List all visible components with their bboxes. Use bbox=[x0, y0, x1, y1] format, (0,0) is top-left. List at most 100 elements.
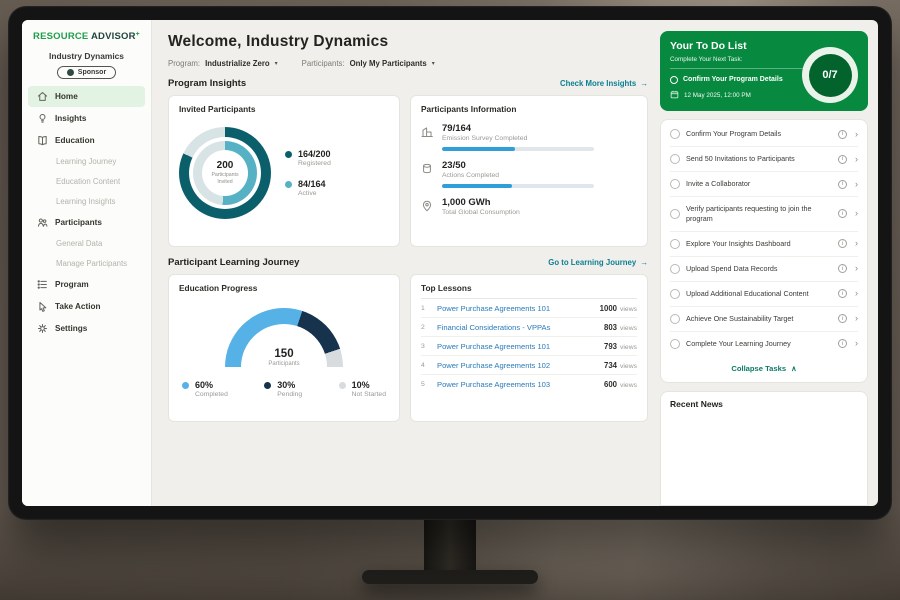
legend-dot bbox=[285, 151, 292, 158]
learning-journey-header: Participant Learning Journey Go to Learn… bbox=[168, 257, 648, 268]
checkbox-circle[interactable] bbox=[670, 154, 680, 164]
checkbox-circle[interactable] bbox=[670, 76, 678, 84]
task-label: Confirm Your Program Details bbox=[686, 129, 781, 139]
checkbox-circle[interactable] bbox=[670, 314, 680, 324]
checkbox-circle[interactable] bbox=[670, 339, 680, 349]
sidebar-item-program[interactable]: Program bbox=[28, 274, 145, 295]
participants-filter-label: Participants: bbox=[302, 59, 345, 68]
invited-donut-chart: 200 Participants Invited 164/200 Registe bbox=[179, 127, 389, 219]
info-icon[interactable]: i bbox=[838, 155, 847, 164]
lesson-link[interactable]: Power Purchase Agreements 103 bbox=[437, 380, 550, 389]
stat-label: Actions Completed bbox=[442, 172, 594, 179]
lesson-link[interactable]: Power Purchase Agreements 102 bbox=[437, 361, 550, 370]
checkbox-circle[interactable] bbox=[670, 129, 680, 139]
program-filter[interactable]: Program: Industrialize Zero ▾ bbox=[168, 59, 278, 68]
sidebar-item-education-content[interactable]: Education Content bbox=[28, 172, 145, 191]
info-icon[interactable]: i bbox=[838, 314, 847, 323]
task-row[interactable]: Confirm Your Program Details i › bbox=[670, 122, 858, 147]
task-row[interactable]: Upload Additional Educational Content i … bbox=[670, 282, 858, 307]
check-more-insights-link[interactable]: Check More Insights → bbox=[560, 79, 648, 88]
lesson-rank: 1 bbox=[421, 305, 430, 312]
card-title: Participants Information bbox=[421, 104, 637, 114]
task-row[interactable]: Explore Your Insights Dashboard i › bbox=[670, 232, 858, 257]
chevron-right-icon: › bbox=[855, 314, 858, 323]
lesson-rank: 5 bbox=[421, 381, 430, 388]
program-filter-value: Industrialize Zero bbox=[205, 59, 270, 68]
sidebar-item-learning-journey[interactable]: Learning Journey bbox=[28, 152, 145, 171]
task-row[interactable]: Achieve One Sustainability Target i › bbox=[670, 307, 858, 332]
sponsor-badge-icon bbox=[67, 69, 74, 76]
sidebar-item-settings[interactable]: Settings bbox=[28, 318, 145, 339]
legend-value: 164/200 bbox=[298, 149, 331, 159]
legend-item-registered: 164/200 Registered bbox=[285, 149, 331, 167]
info-icon[interactable]: i bbox=[838, 239, 847, 248]
legend-item-not-started: 10% Not Started bbox=[339, 380, 386, 398]
lesson-rank: 4 bbox=[421, 362, 430, 369]
todo-panel: Your To Do List Complete Your Next Task:… bbox=[660, 20, 878, 506]
logo-word-resource: RESOURCE bbox=[33, 31, 88, 42]
sidebar-item-take-action[interactable]: Take Action bbox=[28, 296, 145, 317]
link-label: Check More Insights bbox=[560, 79, 636, 88]
lesson-link[interactable]: Power Purchase Agreements 101 bbox=[437, 342, 550, 351]
task-label: Upload Spend Data Records bbox=[686, 264, 778, 274]
lesson-views-value: 600 bbox=[604, 380, 617, 389]
app-logo: RESOURCE ADVISOR+ bbox=[22, 31, 151, 42]
location-pin-icon bbox=[421, 199, 433, 211]
participants-filter[interactable]: Participants: Only My Participants ▾ bbox=[302, 59, 435, 68]
next-task-due-row: 12 May 2025, 12:00 PM bbox=[670, 90, 806, 101]
lesson-row: 3 Power Purchase Agreements 101 793views bbox=[421, 337, 637, 356]
info-icon[interactable]: i bbox=[838, 209, 847, 218]
recent-news-card: Recent News bbox=[660, 391, 868, 506]
lesson-row: 4 Power Purchase Agreements 102 734views bbox=[421, 356, 637, 375]
info-icon[interactable]: i bbox=[838, 339, 847, 348]
sidebar-item-education[interactable]: Education bbox=[28, 130, 145, 151]
task-row[interactable]: Verify participants requesting to join t… bbox=[670, 197, 858, 231]
info-icon[interactable]: i bbox=[838, 289, 847, 298]
program-insights-header: Program Insights Check More Insights → bbox=[168, 78, 648, 89]
checkbox-circle[interactable] bbox=[670, 289, 680, 299]
lesson-views-value: 803 bbox=[604, 323, 617, 332]
sidebar-item-general-data[interactable]: General Data bbox=[28, 234, 145, 253]
checkbox-circle[interactable] bbox=[670, 239, 680, 249]
legend-label: Pending bbox=[277, 391, 302, 398]
next-task-row[interactable]: Confirm Your Program Details bbox=[670, 75, 806, 84]
sidebar-item-label: Program bbox=[55, 280, 89, 289]
info-icon[interactable]: i bbox=[838, 130, 847, 139]
task-row[interactable]: Upload Spend Data Records i › bbox=[670, 257, 858, 282]
participants-filter-value: Only My Participants bbox=[350, 59, 427, 68]
logo-plus: + bbox=[136, 31, 140, 38]
sidebar-item-learning-insights[interactable]: Learning Insights bbox=[28, 192, 145, 211]
todo-progress-ring: 0/7 bbox=[802, 47, 858, 103]
checkbox-circle[interactable] bbox=[670, 264, 680, 274]
lesson-link[interactable]: Financial Considerations - VPPAs bbox=[437, 323, 550, 332]
legend-value: 30% bbox=[277, 380, 302, 390]
monitor-stand bbox=[424, 516, 476, 574]
lesson-link[interactable]: Power Purchase Agreements 101 bbox=[437, 304, 550, 313]
task-label: Upload Additional Educational Content bbox=[686, 289, 809, 299]
home-icon bbox=[37, 91, 48, 102]
database-icon bbox=[421, 162, 433, 174]
sidebar-item-participants[interactable]: Participants bbox=[28, 212, 145, 233]
task-row[interactable]: Send 50 Invitations to Participants i › bbox=[670, 147, 858, 172]
task-row[interactable]: Complete Your Learning Journey i › bbox=[670, 332, 858, 356]
collapse-tasks-button[interactable]: Collapse Tasks ∧ bbox=[670, 356, 858, 382]
task-row[interactable]: Invite a Collaborator i › bbox=[670, 172, 858, 197]
go-to-learning-journey-link[interactable]: Go to Learning Journey → bbox=[548, 258, 648, 267]
task-label: Invite a Collaborator bbox=[686, 179, 750, 189]
page-title: Welcome, Industry Dynamics bbox=[168, 33, 648, 51]
checkbox-circle[interactable] bbox=[670, 179, 680, 189]
stat-progress-fill bbox=[442, 184, 512, 188]
donut-center-label: Participants Invited bbox=[206, 172, 244, 186]
checkbox-circle[interactable] bbox=[670, 209, 680, 219]
lesson-rank: 3 bbox=[421, 343, 430, 350]
screen: RESOURCE ADVISOR+ Industry Dynamics Spon… bbox=[22, 20, 878, 506]
sidebar-item-insights[interactable]: Insights bbox=[28, 108, 145, 129]
info-icon[interactable]: i bbox=[838, 264, 847, 273]
sidebar-item-home[interactable]: Home bbox=[28, 86, 145, 107]
sidebar-item-manage-participants[interactable]: Manage Participants bbox=[28, 254, 145, 273]
book-icon bbox=[37, 135, 48, 146]
chevron-right-icon: › bbox=[855, 209, 858, 218]
donut-chart: 200 Participants Invited bbox=[179, 127, 271, 219]
gauge-legend: 60% Completed 30% Pending bbox=[179, 380, 389, 398]
info-icon[interactable]: i bbox=[838, 180, 847, 189]
